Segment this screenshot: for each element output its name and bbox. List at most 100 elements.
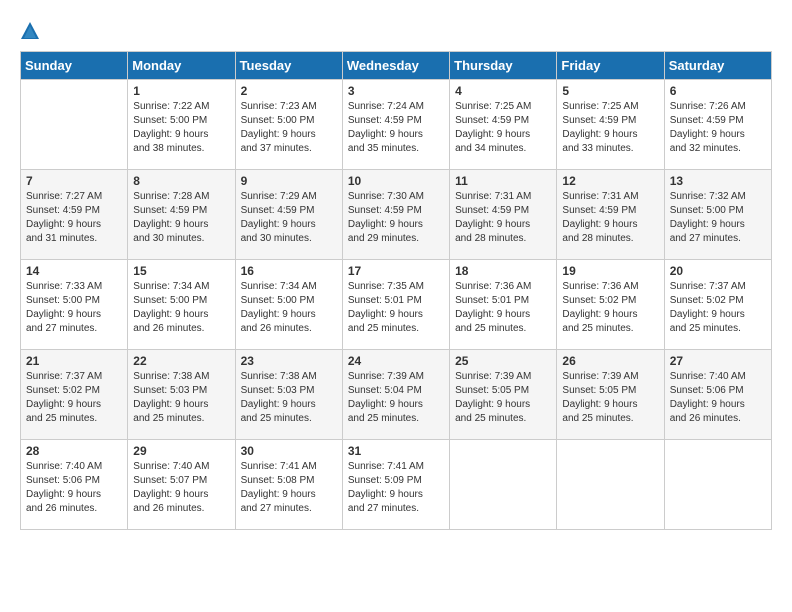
day-info: Sunrise: 7:31 AM Sunset: 4:59 PM Dayligh… [562, 190, 658, 246]
calendar-cell: 5 Sunrise: 7:25 AM Sunset: 4:59 PM Daylig… [557, 80, 664, 170]
day-number: 10 [348, 174, 444, 188]
calendar-table: SundayMondayTuesdayWednesdayThursdayFrid… [20, 51, 772, 530]
day-info: Sunrise: 7:36 AM Sunset: 5:02 PM Dayligh… [562, 280, 658, 336]
day-number: 18 [455, 264, 551, 278]
day-info: Sunrise: 7:25 AM Sunset: 4:59 PM Dayligh… [562, 100, 658, 156]
day-number: 13 [670, 174, 766, 188]
logo-icon [20, 21, 40, 41]
day-info: Sunrise: 7:37 AM Sunset: 5:02 PM Dayligh… [670, 280, 766, 336]
calendar-cell: 7 Sunrise: 7:27 AM Sunset: 4:59 PM Daylig… [21, 170, 128, 260]
day-number: 30 [241, 444, 337, 458]
day-number: 7 [26, 174, 122, 188]
day-info: Sunrise: 7:36 AM Sunset: 5:01 PM Dayligh… [455, 280, 551, 336]
day-info: Sunrise: 7:32 AM Sunset: 5:00 PM Dayligh… [670, 190, 766, 246]
day-info: Sunrise: 7:37 AM Sunset: 5:02 PM Dayligh… [26, 370, 122, 426]
calendar-cell: 27Sunrise: 7:40 AM Sunset: 5:06 PM Dayli… [664, 350, 771, 440]
calendar-week-row: 28 Sunrise: 7:40 AM Sunset: 5:06 PM Dayli… [21, 440, 772, 530]
weekday-header-friday: Friday [557, 52, 664, 80]
calendar-cell: 23Sunrise: 7:38 AM Sunset: 5:03 PM Dayli… [235, 350, 342, 440]
day-info: Sunrise: 7:35 AM Sunset: 5:01 PM Dayligh… [348, 280, 444, 336]
day-info: Sunrise: 7:41 AM Sunset: 5:09 PM Dayligh… [348, 460, 444, 516]
day-number: 5 [562, 84, 658, 98]
calendar-cell: 8 Sunrise: 7:28 AM Sunset: 4:59 PM Daylig… [128, 170, 235, 260]
day-info: Sunrise: 7:39 AM Sunset: 5:05 PM Dayligh… [455, 370, 551, 426]
calendar-week-row: 14 Sunrise: 7:33 AM Sunset: 5:00 PM Dayli… [21, 260, 772, 350]
day-number: 15 [133, 264, 229, 278]
day-number: 8 [133, 174, 229, 188]
day-number: 28 [26, 444, 122, 458]
day-info: Sunrise: 7:34 AM Sunset: 5:00 PM Dayligh… [241, 280, 337, 336]
calendar-cell: 30 Sunrise: 7:41 AM Sunset: 5:08 PM Dayli… [235, 440, 342, 530]
calendar-cell: 13 Sunrise: 7:32 AM Sunset: 5:00 PM Dayli… [664, 170, 771, 260]
calendar-cell: 11 Sunrise: 7:31 AM Sunset: 4:59 PM Dayli… [450, 170, 557, 260]
day-info: Sunrise: 7:34 AM Sunset: 5:00 PM Dayligh… [133, 280, 229, 336]
calendar-cell: 14 Sunrise: 7:33 AM Sunset: 5:00 PM Dayli… [21, 260, 128, 350]
day-info: Sunrise: 7:40 AM Sunset: 5:06 PM Dayligh… [670, 370, 766, 426]
day-info: Sunrise: 7:40 AM Sunset: 5:07 PM Dayligh… [133, 460, 229, 516]
day-number: 4 [455, 84, 551, 98]
calendar-week-row: 7 Sunrise: 7:27 AM Sunset: 4:59 PM Daylig… [21, 170, 772, 260]
day-info: Sunrise: 7:40 AM Sunset: 5:06 PM Dayligh… [26, 460, 122, 516]
day-info: Sunrise: 7:31 AM Sunset: 4:59 PM Dayligh… [455, 190, 551, 246]
day-number: 1 [133, 84, 229, 98]
weekday-header-row: SundayMondayTuesdayWednesdayThursdayFrid… [21, 52, 772, 80]
day-number: 22 [133, 354, 229, 368]
day-info: Sunrise: 7:22 AM Sunset: 5:00 PM Dayligh… [133, 100, 229, 156]
day-number: 16 [241, 264, 337, 278]
day-info: Sunrise: 7:27 AM Sunset: 4:59 PM Dayligh… [26, 190, 122, 246]
calendar-cell: 31 Sunrise: 7:41 AM Sunset: 5:09 PM Dayli… [342, 440, 449, 530]
logo [20, 20, 44, 41]
calendar-cell: 3Sunrise: 7:24 AM Sunset: 4:59 PM Daylig… [342, 80, 449, 170]
calendar-cell: 22 Sunrise: 7:38 AM Sunset: 5:03 PM Dayli… [128, 350, 235, 440]
day-number: 24 [348, 354, 444, 368]
day-number: 19 [562, 264, 658, 278]
day-number: 3 [348, 84, 444, 98]
calendar-cell [450, 440, 557, 530]
calendar-cell: 15 Sunrise: 7:34 AM Sunset: 5:00 PM Dayli… [128, 260, 235, 350]
calendar-week-row: 21 Sunrise: 7:37 AM Sunset: 5:02 PM Dayli… [21, 350, 772, 440]
weekday-header-wednesday: Wednesday [342, 52, 449, 80]
day-number: 26 [562, 354, 658, 368]
day-number: 21 [26, 354, 122, 368]
weekday-header-saturday: Saturday [664, 52, 771, 80]
day-number: 11 [455, 174, 551, 188]
calendar-cell: 6 Sunrise: 7:26 AM Sunset: 4:59 PM Daylig… [664, 80, 771, 170]
calendar-cell: 17Sunrise: 7:35 AM Sunset: 5:01 PM Dayli… [342, 260, 449, 350]
day-info: Sunrise: 7:39 AM Sunset: 5:05 PM Dayligh… [562, 370, 658, 426]
calendar-header: SundayMondayTuesdayWednesdayThursdayFrid… [21, 52, 772, 80]
day-info: Sunrise: 7:30 AM Sunset: 4:59 PM Dayligh… [348, 190, 444, 246]
day-number: 20 [670, 264, 766, 278]
calendar-week-row: 1 Sunrise: 7:22 AM Sunset: 5:00 PM Daylig… [21, 80, 772, 170]
day-info: Sunrise: 7:26 AM Sunset: 4:59 PM Dayligh… [670, 100, 766, 156]
day-number: 23 [241, 354, 337, 368]
calendar-cell: 2Sunrise: 7:23 AM Sunset: 5:00 PM Daylig… [235, 80, 342, 170]
calendar-cell: 1 Sunrise: 7:22 AM Sunset: 5:00 PM Daylig… [128, 80, 235, 170]
day-number: 12 [562, 174, 658, 188]
day-number: 14 [26, 264, 122, 278]
calendar-cell [21, 80, 128, 170]
calendar-cell: 25 Sunrise: 7:39 AM Sunset: 5:05 PM Dayli… [450, 350, 557, 440]
calendar-cell: 28 Sunrise: 7:40 AM Sunset: 5:06 PM Dayli… [21, 440, 128, 530]
day-number: 29 [133, 444, 229, 458]
day-number: 9 [241, 174, 337, 188]
day-info: Sunrise: 7:33 AM Sunset: 5:00 PM Dayligh… [26, 280, 122, 336]
weekday-header-sunday: Sunday [21, 52, 128, 80]
weekday-header-thursday: Thursday [450, 52, 557, 80]
calendar-cell: 19 Sunrise: 7:36 AM Sunset: 5:02 PM Dayli… [557, 260, 664, 350]
calendar-cell: 24Sunrise: 7:39 AM Sunset: 5:04 PM Dayli… [342, 350, 449, 440]
calendar-cell: 16 Sunrise: 7:34 AM Sunset: 5:00 PM Dayli… [235, 260, 342, 350]
day-info: Sunrise: 7:38 AM Sunset: 5:03 PM Dayligh… [133, 370, 229, 426]
day-info: Sunrise: 7:41 AM Sunset: 5:08 PM Dayligh… [241, 460, 337, 516]
calendar-cell: 10 Sunrise: 7:30 AM Sunset: 4:59 PM Dayli… [342, 170, 449, 260]
calendar-cell: 12 Sunrise: 7:31 AM Sunset: 4:59 PM Dayli… [557, 170, 664, 260]
day-info: Sunrise: 7:23 AM Sunset: 5:00 PM Dayligh… [241, 100, 337, 156]
weekday-header-tuesday: Tuesday [235, 52, 342, 80]
calendar-cell: 26 Sunrise: 7:39 AM Sunset: 5:05 PM Dayli… [557, 350, 664, 440]
calendar-cell: 20 Sunrise: 7:37 AM Sunset: 5:02 PM Dayli… [664, 260, 771, 350]
calendar-cell: 21 Sunrise: 7:37 AM Sunset: 5:02 PM Dayli… [21, 350, 128, 440]
day-number: 25 [455, 354, 551, 368]
day-info: Sunrise: 7:29 AM Sunset: 4:59 PM Dayligh… [241, 190, 337, 246]
day-number: 31 [348, 444, 444, 458]
day-info: Sunrise: 7:28 AM Sunset: 4:59 PM Dayligh… [133, 190, 229, 246]
day-number: 6 [670, 84, 766, 98]
